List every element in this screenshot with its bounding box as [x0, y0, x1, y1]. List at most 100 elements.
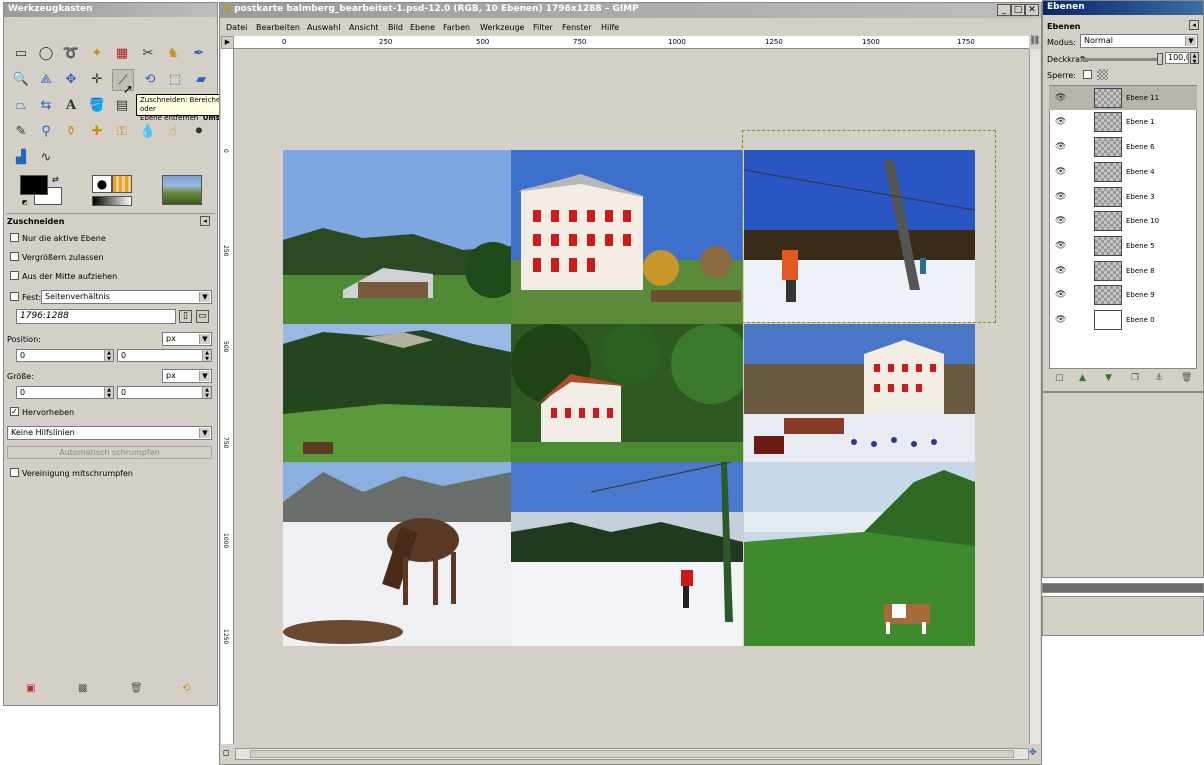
scissors-tool-icon[interactable]: ✂ [137, 43, 159, 65]
blur-tool-icon[interactable]: 💧 [137, 121, 159, 143]
reset-options-icon[interactable]: ⟲ [182, 683, 190, 694]
clone-tool-icon[interactable]: ⚱ [60, 121, 82, 143]
foreground-select-tool-icon[interactable]: ♞ [162, 43, 184, 65]
lower-layer-icon[interactable]: ▼ [1105, 373, 1112, 383]
spin-arrows-icon[interactable]: ▲ ▼ [202, 387, 211, 398]
ink-tool-icon[interactable]: ⚿ [111, 121, 133, 143]
levels-icon[interactable]: ▟ [10, 147, 32, 169]
image-menu-icon[interactable]: ▶ [221, 36, 234, 49]
layer-row[interactable]: 👁 Ebene 5 [1049, 234, 1197, 258]
layer-row[interactable]: 👁 Ebene 8 [1049, 259, 1197, 283]
layer-row[interactable]: 👁 Ebene 4 [1049, 160, 1197, 184]
allow-growing-checkbox[interactable] [10, 252, 19, 261]
pencil-tool-icon[interactable]: ✎ [10, 121, 32, 143]
minimize-button[interactable]: _ [997, 4, 1011, 16]
fuzzy-select-tool-icon[interactable]: ✦ [86, 43, 108, 65]
dodge-burn-tool-icon[interactable]: ⚫ [188, 121, 210, 143]
airbrush-tool-icon[interactable]: ⚲ [35, 121, 57, 143]
lock-alpha-icon[interactable] [1097, 69, 1108, 80]
eye-icon[interactable]: 👁 [1055, 315, 1066, 325]
position-x-input[interactable]: 0 ▲ ▼ [16, 349, 114, 362]
opacity-slider[interactable] [1081, 58, 1161, 61]
ratio-input[interactable]: 1796:1288 [16, 309, 176, 324]
menu-hilfe[interactable]: Hilfe [601, 23, 619, 32]
restore-options-icon[interactable]: ▩ [78, 683, 87, 694]
layers-menu-icon[interactable]: ◂ [1189, 20, 1199, 30]
horizontal-scroll-thumb[interactable] [250, 750, 1014, 758]
navigate-icon[interactable]: ✥ [1029, 748, 1039, 760]
opacity-input[interactable]: 100,0 [1165, 52, 1189, 64]
layer-row[interactable]: 👁 Ebene 10 [1049, 209, 1197, 233]
smudge-tool-icon[interactable]: ☝ [162, 121, 184, 143]
highlight-checkbox[interactable]: ✓ [10, 407, 19, 416]
only-active-layer-checkbox[interactable] [10, 233, 19, 242]
eye-icon[interactable]: 👁 [1055, 167, 1066, 177]
eye-icon[interactable]: 👁 [1055, 241, 1066, 251]
vertical-scrollbar[interactable] [1029, 49, 1040, 744]
eye-icon[interactable]: 👁 [1055, 290, 1066, 300]
scale-tool-icon[interactable]: ⬚ [164, 69, 186, 91]
align-tool-icon[interactable]: ✛ [86, 69, 108, 91]
zoom-tool-icon[interactable]: 🔍 [10, 69, 32, 91]
shear-tool-icon[interactable]: ▰ [190, 69, 212, 91]
menu-datei[interactable]: Datei [226, 23, 247, 32]
menu-auswahl[interactable]: Auswahl [307, 23, 340, 32]
perspective-tool-icon[interactable]: ⏢ [10, 95, 32, 117]
options-menu-icon[interactable]: ◂ [200, 216, 210, 226]
position-unit-select[interactable]: px ▼ [162, 332, 212, 346]
layer-row[interactable]: 👁 Ebene 11 [1049, 86, 1197, 110]
menu-fenster[interactable]: Fenster [562, 23, 592, 32]
fixed-mode-select[interactable]: Seitenverhältnis ▼ [41, 290, 212, 304]
size-w-input[interactable]: 0 ▲ ▼ [16, 386, 114, 399]
gradient-icon[interactable] [92, 196, 132, 206]
layer-row[interactable]: 👁 Ebene 6 [1049, 135, 1197, 159]
opacity-slider-handle[interactable] [1157, 53, 1163, 65]
active-image-thumbnail[interactable] [162, 175, 202, 205]
delete-layer-icon[interactable]: 🗑 [1181, 373, 1192, 383]
eye-icon[interactable]: 👁 [1055, 93, 1066, 103]
new-layer-icon[interactable]: ▢ [1055, 373, 1064, 383]
bucket-fill-tool-icon[interactable]: 🪣 [86, 95, 108, 117]
ellipse-select-tool-icon[interactable]: ◯ [35, 43, 57, 65]
menu-bild[interactable]: Bild [388, 23, 403, 32]
menu-farben[interactable]: Farben [443, 23, 470, 32]
landscape-icon[interactable]: ▭ [196, 310, 209, 323]
layer-row[interactable]: 👁 Ebene 1 [1049, 110, 1197, 134]
size-unit-select[interactable]: px ▼ [162, 369, 212, 383]
zoom-lock-icon[interactable]: ⛓ [1029, 36, 1040, 48]
menu-bearbeiten[interactable]: Bearbeiten [256, 23, 300, 32]
spin-arrows-icon[interactable]: ▲ ▼ [202, 350, 211, 361]
layer-row[interactable]: 👁 Ebene 0 [1049, 308, 1197, 332]
image-canvas[interactable] [235, 50, 1029, 744]
shrink-merged-checkbox[interactable] [10, 468, 19, 477]
eye-icon[interactable]: 👁 [1055, 266, 1066, 276]
curves-icon[interactable]: ∿ [35, 147, 57, 169]
blend-tool-icon[interactable]: ▤ [111, 95, 133, 117]
menu-ansicht[interactable]: Ansicht [349, 23, 379, 32]
menu-filter[interactable]: Filter [533, 23, 553, 32]
layer-row[interactable]: 👁 Ebene 9 [1049, 283, 1197, 307]
spin-arrows-icon[interactable]: ▲ ▼ [104, 387, 113, 398]
fixed-checkbox[interactable] [10, 292, 19, 301]
position-y-input[interactable]: 0 ▲ ▼ [117, 349, 212, 362]
eye-icon[interactable]: 👁 [1055, 216, 1066, 226]
size-h-input[interactable]: 0 ▲ ▼ [117, 386, 212, 399]
measure-tool-icon[interactable]: ⟁ [35, 69, 57, 91]
menu-werkzeuge[interactable]: Werkzeuge [480, 23, 524, 32]
swap-colors-icon[interactable]: ⇄ [52, 175, 59, 184]
flip-tool-icon[interactable]: ⇆ [35, 95, 57, 117]
heal-tool-icon[interactable]: ✚ [86, 121, 108, 143]
rotate-tool-icon[interactable]: ⟲ [139, 69, 161, 91]
save-options-icon[interactable]: ▣ [26, 683, 35, 694]
rect-select-tool-icon[interactable]: ▭ [10, 43, 32, 65]
foreground-color-swatch-front[interactable] [20, 175, 48, 195]
opacity-spin-icon[interactable]: ▲ ▼ [1190, 52, 1199, 65]
autoshrink-button[interactable]: Automatisch schrumpfen [7, 446, 212, 459]
free-select-tool-icon[interactable]: ➰ [60, 43, 82, 65]
portrait-icon[interactable]: ▯ [179, 310, 192, 323]
expand-center-checkbox[interactable] [10, 271, 19, 280]
delete-options-icon[interactable]: 🗑 [130, 683, 143, 694]
quick-mask-icon[interactable]: ◻ [223, 748, 233, 760]
raise-layer-icon[interactable]: ▲ [1079, 373, 1086, 383]
eye-icon[interactable]: 👁 [1055, 117, 1066, 127]
